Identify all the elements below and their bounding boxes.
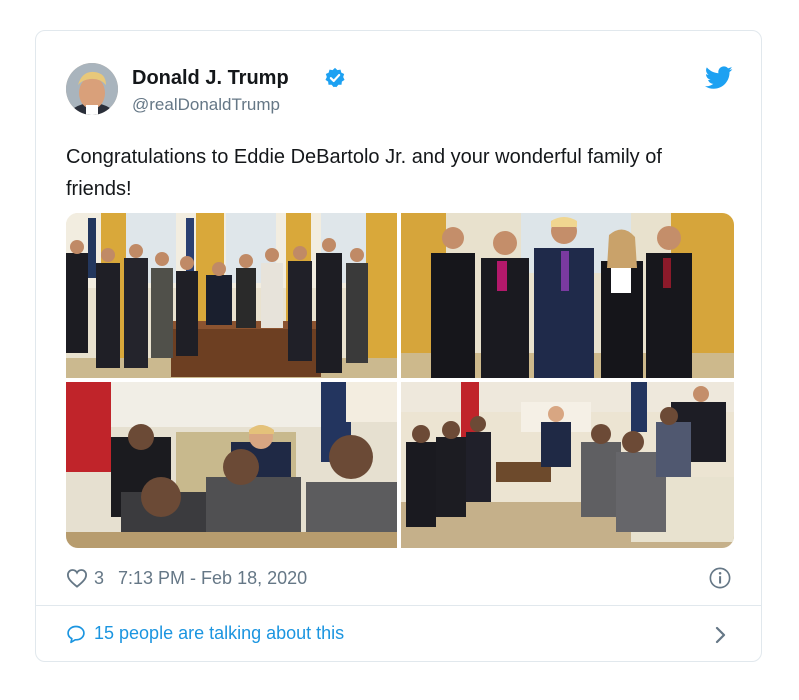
- photo-4[interactable]: [401, 382, 734, 548]
- twitter-bird-icon[interactable]: [705, 66, 733, 90]
- divider: [36, 605, 761, 606]
- chevron-right-icon[interactable]: [713, 626, 727, 644]
- photo-1[interactable]: [66, 213, 397, 378]
- speech-bubble-icon: [67, 625, 85, 643]
- photo-2[interactable]: [401, 213, 734, 378]
- talking-count-label[interactable]: 15 people are talking about this: [94, 623, 344, 644]
- handle[interactable]: @realDonaldTrump: [132, 95, 280, 115]
- photo-3[interactable]: [66, 382, 397, 548]
- tweet-text: Congratulations to Eddie DeBartolo Jr. a…: [66, 146, 662, 200]
- heart-icon[interactable]: [66, 568, 88, 588]
- tweet-embed-card[interactable]: Donald J. Trump @realDonaldTrump Congrat…: [35, 30, 762, 662]
- info-icon[interactable]: [709, 567, 731, 589]
- tweet-meta: 3 7:13 PM - Feb 18, 2020: [66, 565, 307, 591]
- like-count[interactable]: 3: [94, 568, 104, 589]
- conversation-link[interactable]: 15 people are talking about this: [66, 623, 344, 644]
- avatar[interactable]: [66, 63, 118, 115]
- verified-badge-icon: [325, 67, 345, 88]
- media-grid[interactable]: [66, 213, 734, 548]
- timestamp[interactable]: 7:13 PM - Feb 18, 2020: [118, 568, 307, 589]
- display-name[interactable]: Donald J. Trump: [132, 67, 289, 90]
